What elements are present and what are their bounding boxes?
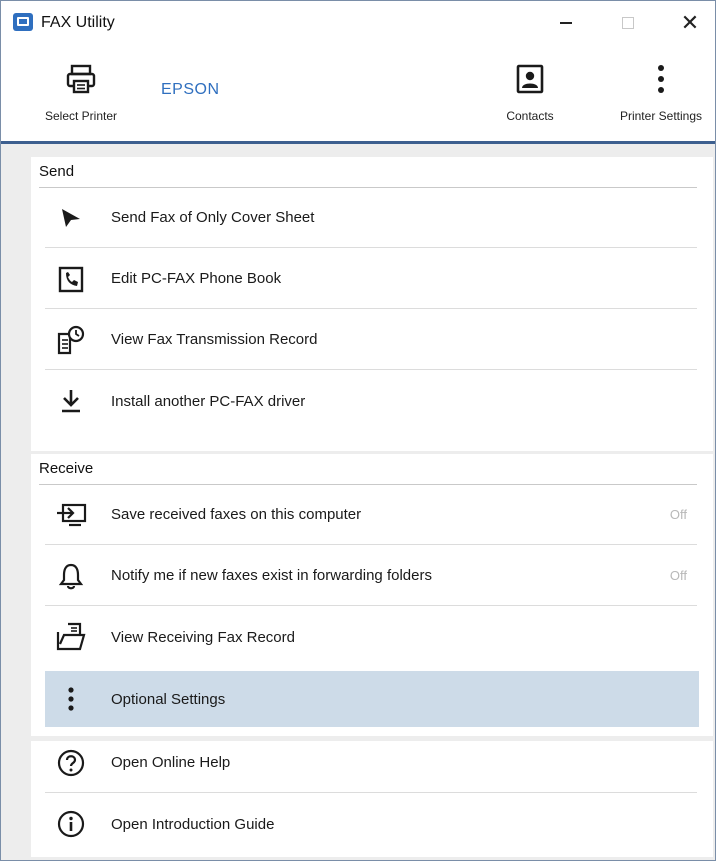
notify-new-faxes-status[interactable]: Off — [670, 568, 687, 583]
close-icon: ✕ — [680, 10, 700, 35]
phone-book-icon — [51, 259, 91, 299]
bell-icon — [51, 556, 91, 596]
open-introduction-guide-label: Open Introduction Guide — [111, 815, 275, 833]
send-arrow-icon — [51, 198, 91, 238]
printer-settings-label: Printer Settings — [619, 109, 703, 123]
open-introduction-guide-item[interactable]: Open Introduction Guide — [45, 794, 697, 854]
close-button[interactable]: ✕ — [667, 7, 713, 39]
save-received-faxes-label: Save received faxes on this computer — [111, 506, 362, 523]
view-transmission-record-item[interactable]: View Fax Transmission Record — [45, 310, 697, 370]
minimize-icon — [560, 22, 572, 24]
minimize-button[interactable] — [543, 7, 589, 39]
view-receiving-record-item[interactable]: View Receiving Fax Record — [45, 607, 697, 667]
view-transmission-record-label: View Fax Transmission Record — [111, 331, 318, 348]
download-install-icon — [51, 381, 91, 421]
send-cover-sheet-item[interactable]: Send Fax of Only Cover Sheet — [45, 188, 697, 248]
select-printer-button[interactable]: Select Printer — [31, 51, 131, 133]
edit-phone-book-item[interactable]: Edit PC-FAX Phone Book — [45, 249, 697, 309]
open-online-help-label: Open Online Help — [111, 754, 231, 771]
edit-phone-book-label: Edit PC-FAX Phone Book — [111, 270, 282, 287]
install-pcfax-driver-item[interactable]: Install another PC-FAX driver — [45, 371, 697, 431]
transmission-record-icon — [51, 320, 91, 360]
receiving-record-icon — [51, 617, 91, 657]
help-icon — [51, 743, 91, 783]
save-to-computer-icon — [51, 495, 91, 535]
view-receiving-record-label: View Receiving Fax Record — [111, 628, 295, 646]
save-received-faxes-status[interactable]: Off — [670, 507, 687, 522]
printer-settings-button[interactable]: Printer Settings — [605, 51, 716, 133]
save-received-faxes-item[interactable]: Save received faxes on this computer Off — [45, 485, 697, 545]
notify-new-faxes-label: Notify me if new faxes exist in forwardi… — [111, 567, 432, 584]
send-header: Send — [39, 163, 75, 180]
notify-new-faxes-item[interactable]: Notify me if new faxes exist in forwardi… — [45, 546, 697, 606]
send-section: Send Send Fax of Only Cover Sheet Edit P… — [31, 157, 713, 451]
select-printer-label: Select Printer — [44, 109, 118, 123]
toolbar: Select Printer EPSON Contacts Printer Se… — [1, 45, 715, 141]
printer-icon — [64, 59, 98, 99]
maximize-button[interactable] — [605, 7, 651, 39]
optional-settings-item[interactable]: Optional Settings — [45, 671, 699, 727]
misc-section: Optional Settings Open Online Help Open … — [31, 671, 713, 857]
open-online-help-item[interactable]: Open Online Help — [45, 733, 697, 793]
contacts-label: Contacts — [506, 109, 554, 123]
install-pcfax-driver-label: Install another PC-FAX driver — [111, 392, 306, 410]
maximize-icon — [622, 17, 634, 29]
send-cover-sheet-label: Send Fax of Only Cover Sheet — [111, 209, 315, 226]
printer-name: EPSON — [161, 81, 220, 98]
fax-utility-window: FAX Utility ✕ Select Printer EPSON Conta… — [0, 0, 716, 861]
receive-header: Receive — [39, 460, 94, 477]
more-vertical-icon — [644, 59, 678, 99]
info-icon — [51, 804, 91, 844]
optional-settings-label: Optional Settings — [111, 690, 226, 708]
contacts-button[interactable]: Contacts — [489, 51, 571, 133]
fax-utility-app-icon — [13, 13, 33, 31]
title-bar[interactable]: FAX Utility ✕ — [1, 1, 715, 45]
main-content: Send Send Fax of Only Cover Sheet Edit P… — [1, 144, 715, 860]
contacts-icon — [513, 59, 547, 99]
more-vertical-icon — [51, 679, 91, 719]
window-title: FAX Utility — [41, 14, 115, 31]
